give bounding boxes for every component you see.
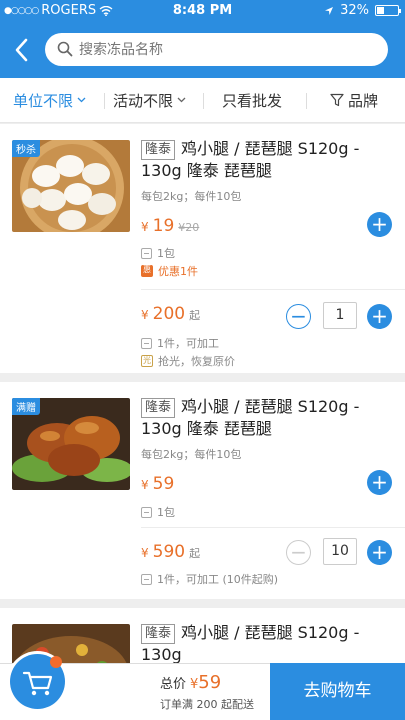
price-value: 59	[152, 474, 175, 494]
battery-percent: 32%	[340, 3, 369, 18]
filter-unit-label: 单位不限	[13, 91, 74, 110]
increase-quantity-button[interactable]: +	[367, 540, 392, 565]
cart-badge	[50, 656, 62, 668]
product-title[interactable]: 隆泰 鸡小腿 / 琵琶腿 S120g - 130g	[141, 622, 396, 666]
original-price: ¥20	[178, 221, 200, 234]
header	[0, 22, 405, 78]
filter-wholesale-label: 只看批发	[222, 91, 283, 110]
promo-text: 优惠1件	[158, 265, 198, 278]
bulk-unit-info: 1件，可加工	[141, 335, 219, 351]
brand-chip: 隆泰	[141, 398, 176, 418]
chevron-left-icon	[15, 38, 28, 62]
bulk-suffix: 起	[189, 309, 201, 322]
divider	[306, 93, 307, 109]
location-icon	[325, 6, 334, 15]
currency-symbol: ¥	[141, 546, 149, 560]
bulk-note: 抢光，恢复原价	[141, 353, 235, 369]
product-title[interactable]: 隆泰 鸡小腿 / 琵琶腿 S120g - 130g 隆泰 琵琶腿	[141, 138, 396, 182]
product-tag: 满赠	[12, 398, 40, 415]
filter-brand-label: 品牌	[348, 91, 379, 110]
sold-out-icon	[141, 355, 153, 367]
go-to-cart-button[interactable]: 去购物车	[270, 663, 405, 720]
total-price: 总价 ¥59	[160, 672, 221, 693]
unit-price: ¥19 ¥20	[141, 216, 199, 236]
filter-unit[interactable]: 单位不限	[13, 78, 86, 123]
filter-wholesale[interactable]: 只看批发	[222, 78, 282, 123]
total-value: 59	[198, 672, 222, 693]
divider	[203, 93, 204, 109]
product-spec: 每包2kg；每件10包	[141, 190, 242, 203]
total-amount: ¥59	[190, 672, 221, 693]
bulk-note-text: 抢光，恢复原价	[158, 355, 235, 368]
filter-bar: 单位不限 活动不限 只看批发 品牌	[0, 78, 405, 123]
product-title[interactable]: 隆泰 鸡小腿 / 琵琶腿 S120g - 130g 隆泰 琵琶腿	[141, 396, 396, 440]
back-button[interactable]	[10, 36, 34, 64]
package-icon	[141, 337, 152, 349]
chevron-down-icon	[177, 97, 186, 103]
filter-activity-label: 活动不限	[113, 91, 174, 110]
filter-brand[interactable]: 品牌	[330, 78, 378, 123]
quantity-field[interactable]: 10	[323, 538, 357, 565]
divider	[141, 527, 405, 528]
product-tag: 秒杀	[12, 140, 40, 157]
pack-quantity: 1包	[157, 247, 175, 260]
package-icon	[141, 247, 152, 259]
brand-chip: 隆泰	[141, 140, 176, 160]
currency-symbol: ¥	[141, 478, 149, 492]
quantity-field[interactable]: 1	[323, 302, 357, 329]
pack-info: 1包	[141, 504, 175, 520]
battery-icon	[375, 5, 401, 16]
brand-chip: 隆泰	[141, 624, 176, 644]
product-card[interactable]: 秒杀 隆泰 鸡小腿 / 琵琶腿 S120g - 130g 隆泰 琵琶腿 每包2kg…	[0, 124, 405, 373]
pack-quantity: 1包	[157, 506, 175, 519]
divider	[104, 93, 105, 109]
add-pack-button[interactable]: +	[367, 212, 392, 237]
search-bar[interactable]	[45, 33, 388, 66]
status-right: 32%	[324, 3, 401, 18]
add-pack-button[interactable]: +	[367, 470, 392, 495]
bulk-price: ¥590 起	[141, 542, 200, 562]
product-image[interactable]: 满赠	[12, 398, 130, 490]
promo-info: 优惠1件	[141, 263, 198, 279]
package-icon	[141, 573, 152, 585]
bulk-price: ¥200 起	[141, 304, 200, 324]
package-icon	[141, 506, 152, 518]
search-icon	[57, 41, 73, 57]
price-value: 19	[152, 216, 175, 236]
filter-funnel-icon	[330, 93, 344, 107]
delivery-note: 订单满 200 起配送	[160, 698, 254, 711]
currency-symbol: ¥	[141, 308, 149, 322]
bulk-unit-text: 1件，可加工 (10件起购)	[157, 573, 279, 586]
search-input[interactable]	[79, 39, 369, 60]
chevron-down-icon	[77, 97, 86, 103]
bulk-suffix: 起	[189, 547, 201, 560]
bulk-price-value: 590	[152, 542, 186, 562]
currency-symbol: ¥	[141, 220, 149, 234]
decrease-quantity-button[interactable]: −	[286, 540, 311, 565]
product-image[interactable]: 秒杀	[12, 140, 130, 232]
bulk-unit-text: 1件，可加工	[157, 337, 219, 350]
bulk-price-value: 200	[152, 304, 186, 324]
pack-info: 1包	[141, 245, 175, 261]
increase-quantity-button[interactable]: +	[367, 304, 392, 329]
total-label: 总价	[160, 677, 187, 692]
discount-icon	[141, 264, 153, 277]
decrease-quantity-button[interactable]: −	[286, 304, 311, 329]
unit-price: ¥59	[141, 474, 174, 494]
app: ●○○○○ ROGERS 8:48 PM 32% 单位不限 活动不限	[0, 0, 405, 720]
product-spec: 每包2kg；每件10包	[141, 448, 242, 461]
bulk-unit-info: 1件，可加工 (10件起购)	[141, 571, 278, 587]
product-card[interactable]: 满赠 隆泰 鸡小腿 / 琵琶腿 S120g - 130g 隆泰 琵琶腿 每包2kg…	[0, 382, 405, 599]
divider	[141, 289, 405, 290]
filter-activity[interactable]: 活动不限	[113, 78, 186, 123]
status-bar: ●○○○○ ROGERS 8:48 PM 32%	[0, 0, 405, 22]
